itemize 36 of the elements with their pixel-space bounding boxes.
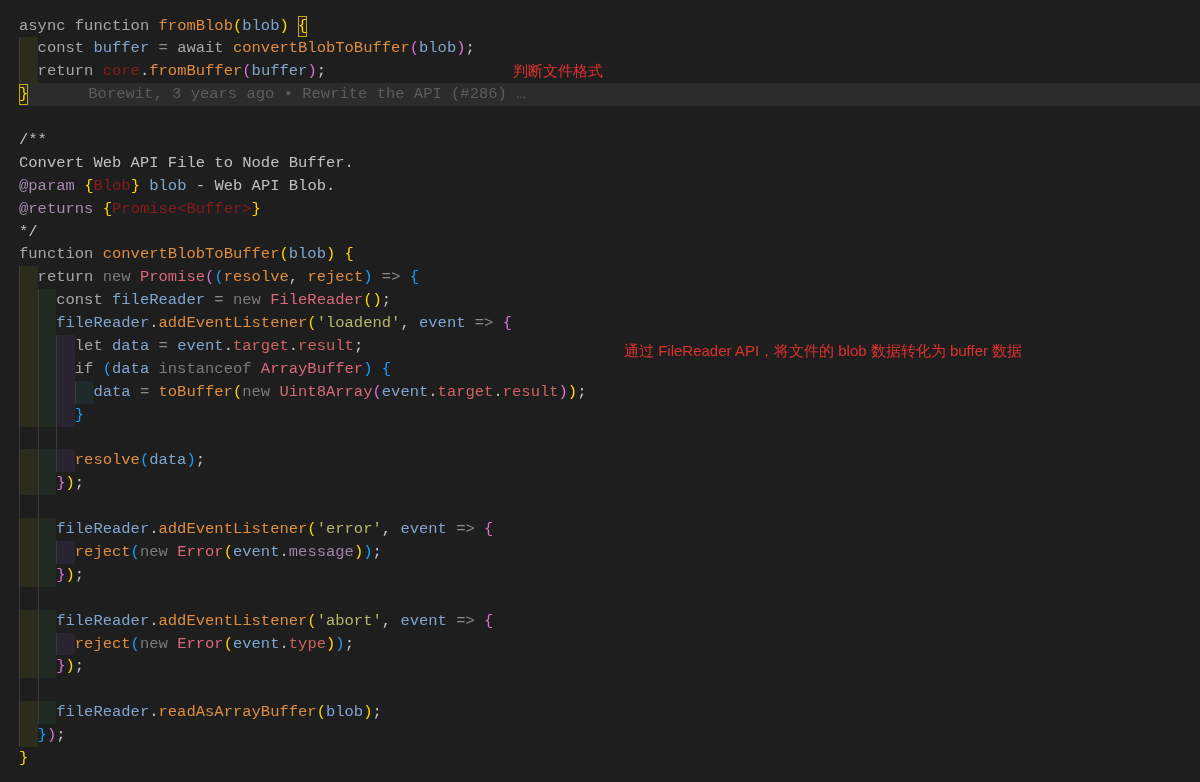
code-line: } (74, 404, 85, 426)
annotation-note: 通过 FileReader API，将文件的 blob 数据转化为 buffer 数据 (624, 340, 1023, 361)
code-line: if (data instanceof ArrayBuffer) { (74, 358, 392, 380)
code-line: fileReader.addEventListener('abort', event => { (56, 610, 494, 632)
code-line: }); (56, 656, 85, 678)
code-line: const buffer = await convertBlobToBuffer(blob); (37, 38, 475, 60)
indent-highlight (19, 60, 38, 84)
code-line: Convert Web API File to Node Buffer. (19, 152, 354, 174)
code-line: fileReader.readAsArrayBuffer(blob); (56, 702, 382, 724)
indent-highlight (19, 37, 38, 61)
code-line: /** (19, 129, 47, 151)
code-line: }); (56, 564, 85, 586)
code-line: data = toBuffer(new Uint8Array(event.target.result)); (93, 381, 587, 403)
code-line: return new Promise((resolve, reject) => { (37, 267, 420, 289)
code-line: const fileReader = new FileReader(); (56, 290, 392, 312)
code-line: reject(new Error(event.message)); (74, 542, 382, 563)
code-line: fileReader.addEventListener('loadend', event => { (56, 313, 512, 335)
code-line: */ (19, 221, 38, 243)
code-line: reject(new Error(event.type)); (74, 633, 354, 655)
code-line: return core.fromBuffer(buffer); (37, 61, 326, 83)
indent-highlight (19, 724, 38, 747)
code-line: @returns {Promise<Buffer>} (19, 198, 261, 220)
code-line: resolve(data); (74, 450, 206, 472)
code-line: } (19, 748, 29, 769)
code-line: }); (56, 473, 85, 495)
indent-highlight (56, 632, 75, 656)
annotation-note: 判断文件格式 (513, 61, 603, 82)
indent-highlight (19, 266, 38, 290)
indent-highlight (56, 334, 75, 358)
code-line: }); (37, 725, 66, 747)
code-line: async function fromBlob(blob) { (19, 14, 308, 38)
code-line: function convertBlobToBuffer(blob) { (19, 244, 354, 266)
code-line: let data = event.target.result; (74, 335, 364, 357)
indent-highlight (56, 541, 75, 564)
code-line: @param {Blob} blob - Web API Blob. (19, 175, 336, 197)
code-line: fileReader.addEventListener('error', event => { (56, 519, 494, 541)
